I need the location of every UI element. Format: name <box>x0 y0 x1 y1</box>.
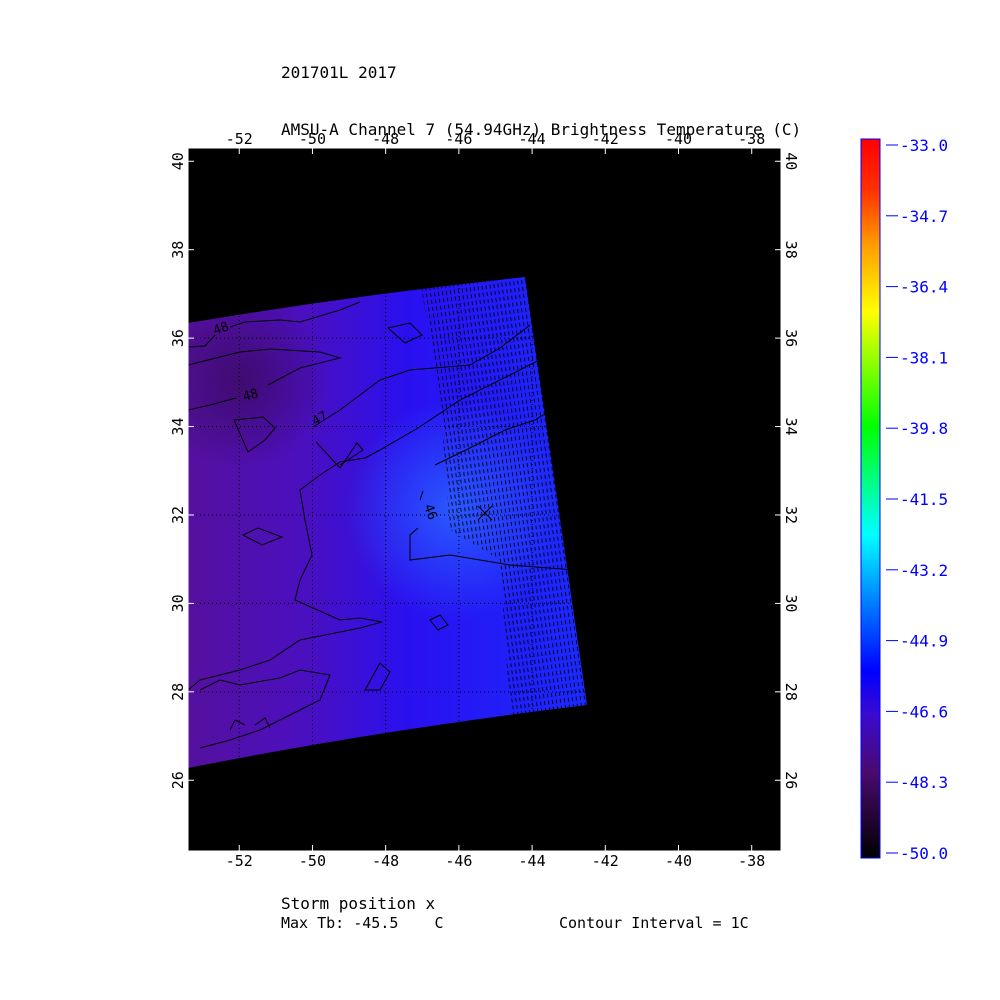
colorbar-tick-label: -41.5 <box>900 490 948 509</box>
y-tick-label-right: 28 <box>782 683 800 701</box>
x-tick-label-bottom: -42 <box>592 852 619 870</box>
x-tick-label-bottom: -40 <box>665 852 692 870</box>
colorbar <box>860 138 881 859</box>
colorbar-tick-label: -38.1 <box>900 348 948 367</box>
x-tick-label-bottom: -50 <box>299 852 326 870</box>
title-line-4: NOAA-19 <box>281 234 349 253</box>
contour-lines <box>188 301 576 749</box>
colorbar-tick-label: -34.7 <box>900 207 948 226</box>
colorbar-tick-label: -50.0 <box>900 844 948 863</box>
y-tick-label-right: 30 <box>782 594 800 612</box>
colorbar-tick-label: -44.9 <box>900 632 948 651</box>
contour-label: 46 <box>420 502 439 522</box>
y-tick-label-left: 28 <box>169 683 187 701</box>
storm-position-marker <box>477 505 493 521</box>
x-tick-label-bottom: -52 <box>226 852 253 870</box>
colorbar-ticks: -33.0 -34.7 -36.4 -38.1 -39.8 -41.5 -43.2 -44.9… <box>886 136 948 863</box>
colorbar-tick-label: -33.0 <box>900 136 948 155</box>
y-tick-label-left: 38 <box>169 241 187 259</box>
colorbar-tick-label: -39.8 <box>900 419 948 438</box>
y-tick-label-left: 34 <box>169 418 187 436</box>
storm-position-legend: Storm position x <box>281 894 436 913</box>
scan-hatching <box>420 277 587 715</box>
x-tick-label-bottom: -44 <box>519 852 546 870</box>
colorbar-tick-label: -48.3 <box>900 773 948 792</box>
y-tick-label-left: 32 <box>169 506 187 524</box>
x-tick-label-top: -52 <box>226 130 253 148</box>
contour-label: 48 <box>211 319 231 338</box>
y-tick-label-right: 26 <box>782 771 800 789</box>
y-tick-label-left: 26 <box>169 771 187 789</box>
y-tick-label-left: 40 <box>169 152 187 170</box>
colorbar-tick-label: -36.4 <box>900 278 948 297</box>
x-tick-label-bottom: -38 <box>738 852 765 870</box>
max-tb-label: Max Tb: -45.5 C <box>281 914 444 932</box>
contour-label: 48 <box>241 386 260 405</box>
contour-label: 47 <box>310 409 331 430</box>
x-tick-label-bottom: -46 <box>445 852 472 870</box>
y-tick-label-left: 30 <box>169 594 187 612</box>
contour-interval-label: Contour Interval = 1C <box>559 914 749 932</box>
brightness-temperature-swath: 48 48 47 46 <box>188 277 587 768</box>
y-tick-label-right: 32 <box>782 506 800 524</box>
y-tick-label-right: 34 <box>782 418 800 436</box>
title-line-3: 0417 Time: 1824 UTC <box>281 177 465 196</box>
y-tick-label-right: 36 <box>782 329 800 347</box>
title-line-2: AMSU-A Channel 7 (54.94GHz) Brightness T… <box>281 120 802 139</box>
colorbar-tick-label: -43.2 <box>900 561 948 580</box>
y-tick-label-left: 36 <box>169 329 187 347</box>
chart-title: 201701L 2017 AMSU-A Channel 7 (54.94GHz)… <box>281 25 801 272</box>
x-tick-label-bottom: -48 <box>372 852 399 870</box>
title-line-1: 201701L 2017 <box>281 63 397 82</box>
colorbar-tick-label: -46.6 <box>900 702 948 721</box>
